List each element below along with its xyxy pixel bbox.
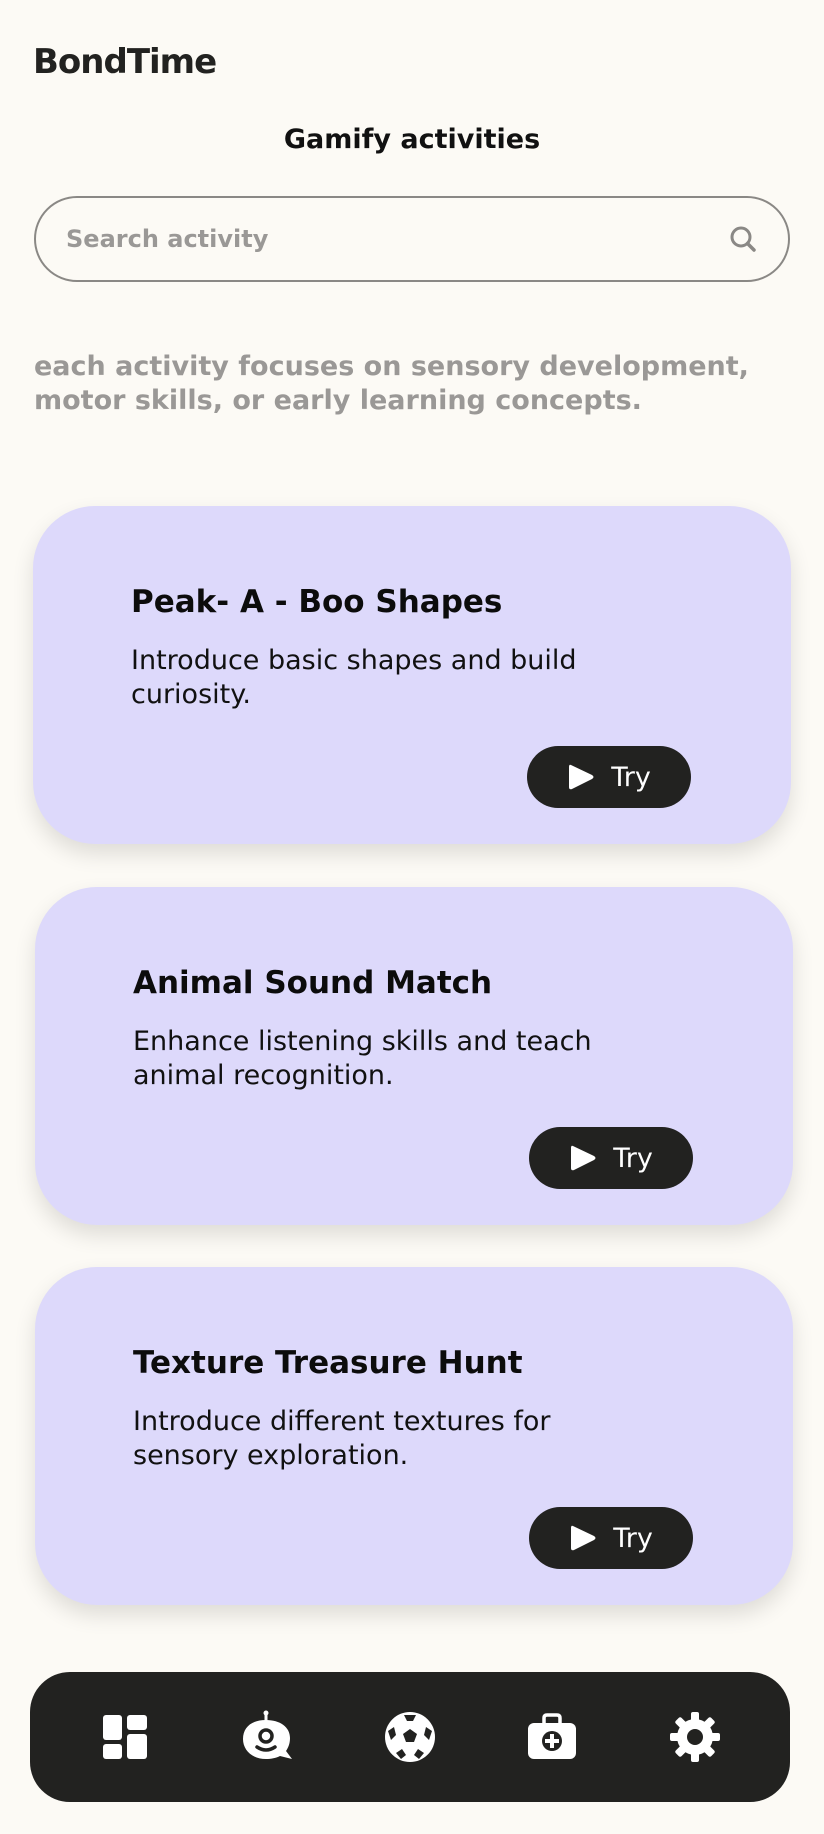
activity-title: Peak- A - Boo Shapes bbox=[131, 584, 503, 620]
activity-title: Animal Sound Match bbox=[133, 965, 493, 1001]
nav-item-games[interactable] bbox=[375, 1702, 445, 1772]
try-button[interactable]: Try bbox=[529, 1507, 693, 1569]
activity-card: Animal Sound Match Enhance listening ski… bbox=[35, 887, 793, 1225]
gear-icon bbox=[669, 1712, 720, 1762]
play-icon bbox=[571, 1525, 596, 1551]
search-bar bbox=[34, 196, 790, 282]
activity-description: Enhance listening skills and teach anima… bbox=[133, 1026, 592, 1091]
activity-description: Introduce different textures for sensory… bbox=[133, 1406, 551, 1471]
search-icon[interactable] bbox=[728, 224, 758, 254]
try-button[interactable]: Try bbox=[527, 746, 691, 808]
try-label: Try bbox=[613, 1522, 653, 1554]
medical-kit-icon bbox=[528, 1713, 577, 1759]
activity-card: Texture Treasure Hunt Introduce differen… bbox=[35, 1267, 793, 1605]
dashboard-icon bbox=[103, 1715, 148, 1759]
brand-logo: BondTime bbox=[33, 42, 217, 82]
chatbot-icon bbox=[242, 1710, 292, 1759]
activity-card: Peak- A - Boo Shapes Introduce basic sha… bbox=[33, 506, 791, 844]
nav-item-dashboard[interactable] bbox=[90, 1702, 160, 1772]
search-input[interactable] bbox=[66, 225, 728, 253]
nav-item-health[interactable] bbox=[517, 1702, 587, 1772]
intro-text: each activity focuses on sensory develop… bbox=[34, 351, 749, 416]
activity-title: Texture Treasure Hunt bbox=[133, 1345, 523, 1381]
nav-item-settings[interactable] bbox=[660, 1702, 730, 1772]
play-icon bbox=[571, 1145, 596, 1171]
activities-screen: BondTime Gamify activities each activity… bbox=[0, 0, 824, 1834]
activity-description: Introduce basic shapes and build curiosi… bbox=[131, 645, 577, 710]
try-button[interactable]: Try bbox=[529, 1127, 693, 1189]
play-icon bbox=[569, 764, 594, 790]
page-title: Gamify activities bbox=[283, 124, 541, 155]
bottom-nav bbox=[30, 1672, 790, 1802]
nav-item-assistant[interactable] bbox=[233, 1702, 303, 1772]
soccer-ball-icon bbox=[384, 1712, 435, 1762]
try-label: Try bbox=[611, 761, 651, 793]
try-label: Try bbox=[613, 1142, 653, 1174]
